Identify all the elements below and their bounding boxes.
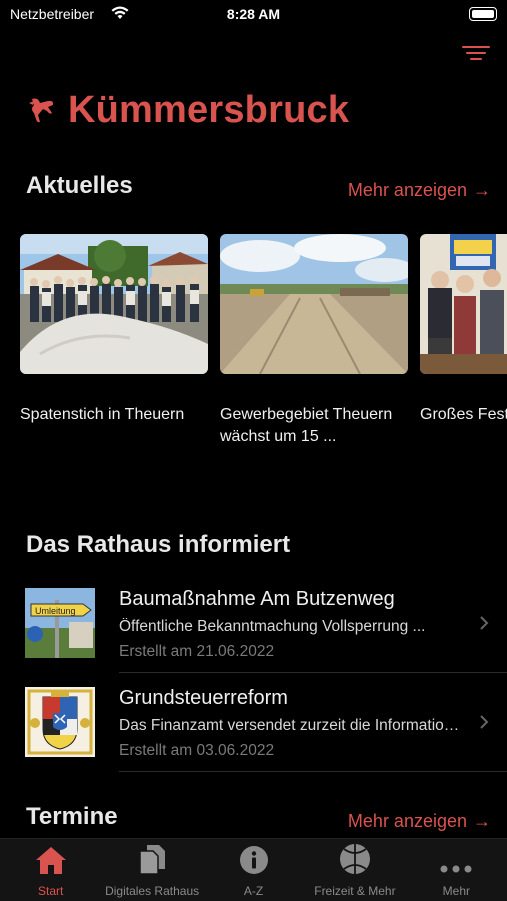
townhall-section-title: Das Rathaus informiert — [26, 531, 291, 558]
bavaria-coat-of-arms-image — [25, 687, 95, 757]
news-carousel[interactable]: Spatenstich in Theuern Gewerbegebiet The… — [20, 234, 507, 484]
townhall-item-date: Erstellt am 21.06.2022 — [119, 643, 275, 660]
townhall-item-subtitle: Das Finanzamt versendet zurzeit die Info… — [119, 717, 464, 734]
tab-label: Start — [38, 884, 64, 898]
news-photo — [420, 234, 507, 374]
list-divider — [119, 771, 507, 772]
tab-label: Mehr — [442, 884, 470, 898]
townhall-item-title: Baumaßnahme Am Butzenweg — [119, 588, 395, 610]
townhall-item-title: Grundsteuerreform — [119, 687, 288, 709]
more-dots-icon — [440, 865, 472, 873]
tab-digital-town-hall[interactable]: Digitales Rathaus — [101, 839, 202, 901]
ball-icon — [339, 844, 370, 874]
tab-label: Freizeit & Mehr — [314, 884, 396, 898]
news-caption: Spatenstich in Theuern — [20, 406, 185, 423]
info-icon — [239, 846, 268, 874]
detour-sign-text: Umleitung — [35, 606, 76, 616]
news-photo — [220, 234, 408, 374]
news-caption: Großes Fest Städtepartn — [420, 406, 507, 423]
tab-bar: Start Digitales Rathaus A-Z Freizeit & M… — [0, 838, 507, 901]
tab-a-z[interactable]: A-Z — [203, 839, 304, 901]
news-card[interactable]: Gewerbegebiet Theuern wächst um 15 ... — [220, 234, 408, 448]
detour-sign-image: Umleitung — [25, 588, 95, 658]
townhall-item-subtitle: Öffentliche Bekanntmachung Vollsperrung … — [119, 618, 426, 635]
arrow-right-icon: → — [473, 811, 491, 831]
chevron-right-icon — [480, 616, 489, 630]
events-more-link[interactable]: Mehr anzeigen → — [348, 811, 491, 832]
tab-label: Digitales Rathaus — [105, 884, 200, 898]
news-card[interactable]: Spatenstich in Theuern — [20, 234, 208, 426]
arrow-right-icon: → — [473, 180, 491, 200]
battery-icon — [469, 7, 497, 21]
tab-more[interactable]: Mehr — [406, 839, 507, 901]
news-caption: Gewerbegebiet Theuern wächst um 15 ... — [220, 406, 393, 445]
tab-start[interactable]: Start — [0, 839, 101, 901]
app-header: Kümmersbruck — [26, 86, 349, 134]
tab-label: A-Z — [243, 884, 264, 898]
news-section-title: Aktuelles — [26, 172, 133, 199]
home-icon — [35, 847, 66, 874]
clock: 8:28 AM — [226, 6, 281, 22]
documents-icon — [139, 845, 166, 875]
status-bar: Netzbetreiber 8:28 AM — [0, 0, 507, 28]
news-photo — [20, 234, 208, 374]
news-card[interactable]: Großes Fest Städtepartn — [420, 234, 507, 426]
news-more-link[interactable]: Mehr anzeigen → — [348, 180, 491, 201]
filter-icon[interactable] — [461, 42, 491, 64]
app-title: Kümmersbruck — [68, 88, 350, 131]
list-divider — [119, 672, 507, 673]
events-section-title: Termine — [26, 803, 118, 830]
chevron-right-icon — [480, 715, 489, 729]
events-more-label: Mehr anzeigen — [347, 811, 467, 831]
news-more-label: Mehr anzeigen — [347, 180, 467, 200]
tab-leisure[interactable]: Freizeit & Mehr — [304, 839, 405, 901]
townhall-item-date: Erstellt am 03.06.2022 — [119, 742, 275, 759]
town-logo-icon — [29, 98, 54, 123]
